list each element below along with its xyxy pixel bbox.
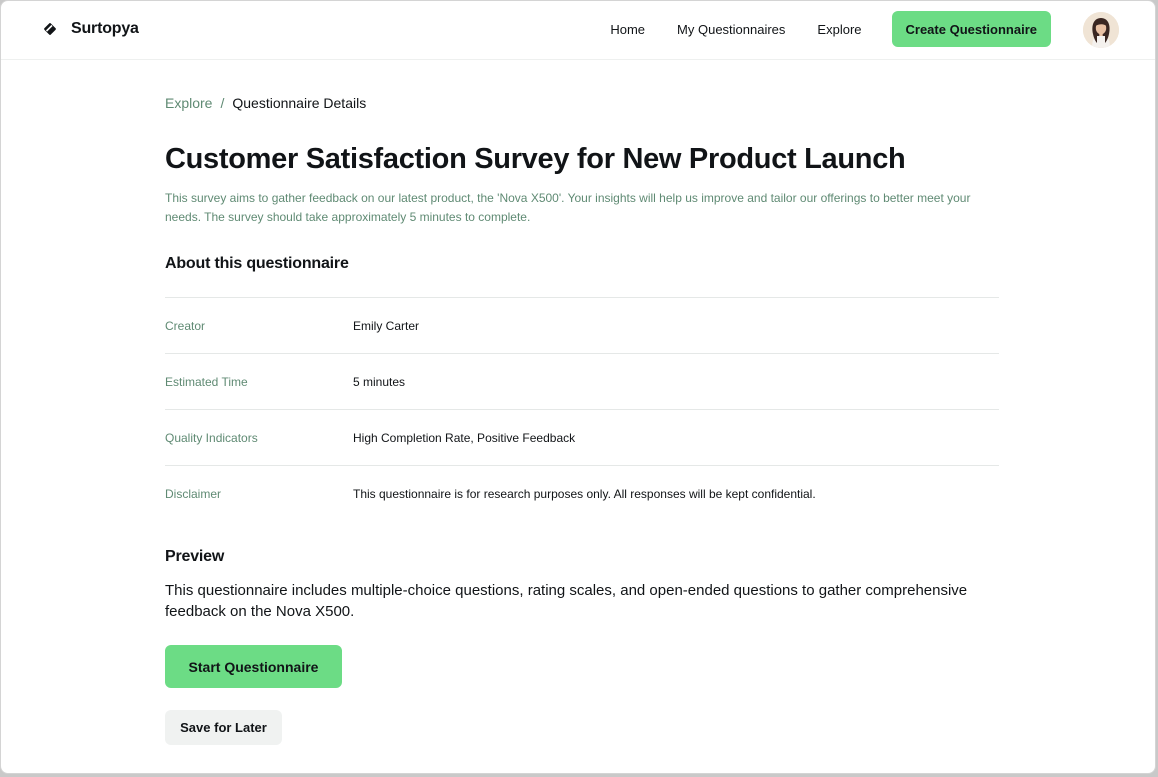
details-table: Creator Emily Carter Estimated Time 5 mi…: [165, 297, 999, 521]
detail-label: Disclaimer: [165, 486, 222, 501]
detail-value: High Completion Rate, Positive Feedback: [353, 430, 576, 445]
save-for-later-button[interactable]: Save for Later: [165, 710, 282, 745]
detail-value: This questionnaire is for research purpo…: [353, 486, 816, 501]
detail-row-estimated-time: Estimated Time 5 minutes: [165, 354, 999, 410]
user-avatar[interactable]: [1083, 12, 1119, 48]
brand-name: Surtopya: [71, 20, 139, 37]
breadcrumb-explore-link[interactable]: Explore: [165, 95, 212, 111]
breadcrumb-separator: /: [220, 95, 225, 111]
preview-text: This questionnaire includes multiple-cho…: [165, 582, 968, 620]
detail-value: 5 minutes: [353, 374, 406, 389]
nav-explore-link[interactable]: Explore: [817, 22, 861, 37]
top-navigation-bar: Surtopya Home My Questionnaires Explore …: [1, 1, 1155, 60]
detail-row-quality-indicators: Quality Indicators High Completion Rate,…: [165, 410, 999, 466]
diamond-logo-icon: [41, 20, 59, 38]
detail-value: Emily Carter: [353, 318, 420, 333]
preview-heading: Preview: [165, 548, 225, 565]
app-window: Surtopya Home My Questionnaires Explore …: [0, 0, 1156, 774]
detail-label: Quality Indicators: [165, 430, 258, 445]
about-heading: About this questionnaire: [165, 255, 349, 272]
page-title: Customer Satisfaction Survey for New Pro…: [165, 143, 906, 175]
breadcrumb-current: Questionnaire Details: [232, 95, 367, 111]
breadcrumb: Explore / Questionnaire Details: [165, 95, 366, 111]
nav-my-questionnaires-link[interactable]: My Questionnaires: [677, 22, 785, 37]
brand[interactable]: Surtopya: [41, 18, 139, 40]
detail-row-creator: Creator Emily Carter: [165, 298, 999, 354]
create-questionnaire-button[interactable]: Create Questionnaire: [891, 11, 1051, 47]
detail-label: Estimated Time: [165, 374, 248, 389]
questionnaire-description: This survey aims to gather feedback on o…: [165, 191, 971, 224]
nav-home-link[interactable]: Home: [610, 22, 645, 37]
detail-label: Creator: [165, 318, 206, 333]
detail-row-disclaimer: Disclaimer This questionnaire is for res…: [165, 466, 999, 521]
main-nav: Home My Questionnaires Explore Create Qu…: [610, 11, 1051, 47]
start-questionnaire-button[interactable]: Start Questionnaire: [165, 645, 342, 688]
